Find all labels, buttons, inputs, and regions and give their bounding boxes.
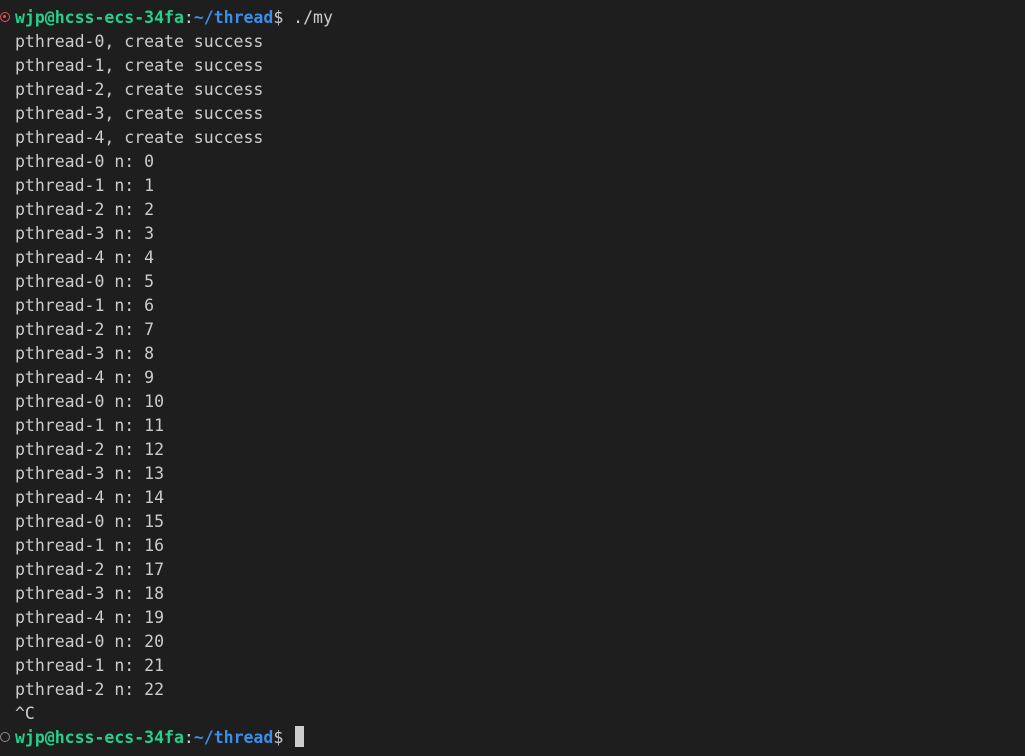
output-line: pthread-0 n: 0 [15, 152, 155, 171]
output-line: pthread-0 n: 5 [15, 272, 155, 291]
output-line: pthread-4 n: 14 [15, 488, 165, 507]
output-line: pthread-4, create success [15, 128, 264, 147]
terminal-panel[interactable]: wjp@hcss-ecs-34fa:~/thread$ ./my pthread… [0, 0, 1025, 756]
prompt-user-host: wjp@hcss-ecs-34fa [15, 8, 184, 27]
output-line: pthread-2 n: 7 [15, 320, 155, 339]
output-line: pthread-3 n: 8 [15, 344, 155, 363]
output-line: pthread-3 n: 13 [15, 464, 165, 483]
output-line: pthread-3 n: 18 [15, 584, 165, 603]
command-error-icon[interactable] [0, 12, 10, 22]
output-line: ^C [15, 704, 35, 723]
output-line: pthread-2 n: 12 [15, 440, 165, 459]
output-line: pthread-0 n: 15 [15, 512, 165, 531]
output-line: pthread-1, create success [15, 56, 264, 75]
output-line: pthread-1 n: 11 [15, 416, 165, 435]
prompt-colon: : [183, 8, 194, 27]
output-line: pthread-2 n: 22 [15, 680, 165, 699]
prompt-line: wjp@hcss-ecs-34fa:~/thread$ ./my [15, 6, 333, 30]
current-prompt-line[interactable]: wjp@hcss-ecs-34fa:~/thread$ [15, 726, 305, 750]
input-space [283, 728, 293, 747]
command-decoration-icon[interactable] [0, 732, 10, 742]
output-line: pthread-4 n: 19 [15, 608, 165, 627]
output-line: pthread-4 n: 4 [15, 248, 155, 267]
output-line: pthread-1 n: 16 [15, 536, 165, 555]
prompt-dollar: $ [273, 728, 284, 747]
prompt-user-host: wjp@hcss-ecs-34fa [15, 728, 184, 747]
text-cursor[interactable] [295, 726, 305, 747]
output-line: pthread-0, create success [15, 32, 264, 51]
prompt-colon: : [183, 728, 194, 747]
prompt-dollar: $ [273, 8, 284, 27]
output-line: pthread-1 n: 21 [15, 656, 165, 675]
output-line: pthread-2 n: 17 [15, 560, 165, 579]
output-line: pthread-1 n: 1 [15, 176, 155, 195]
output-line: pthread-0 n: 10 [15, 392, 165, 411]
prompt-path: ~/thread [193, 8, 274, 27]
command-text: ./my [283, 8, 333, 27]
output-line: pthread-4 n: 9 [15, 368, 155, 387]
output-line: pthread-2, create success [15, 80, 264, 99]
output-line: pthread-1 n: 6 [15, 296, 155, 315]
output-line: pthread-2 n: 2 [15, 200, 155, 219]
output-line: pthread-0 n: 20 [15, 632, 165, 651]
output-line: pthread-3 n: 3 [15, 224, 155, 243]
scrolled-text-fragment [80, 0, 110, 2]
output-line: pthread-3, create success [15, 104, 264, 123]
prompt-path: ~/thread [193, 728, 274, 747]
